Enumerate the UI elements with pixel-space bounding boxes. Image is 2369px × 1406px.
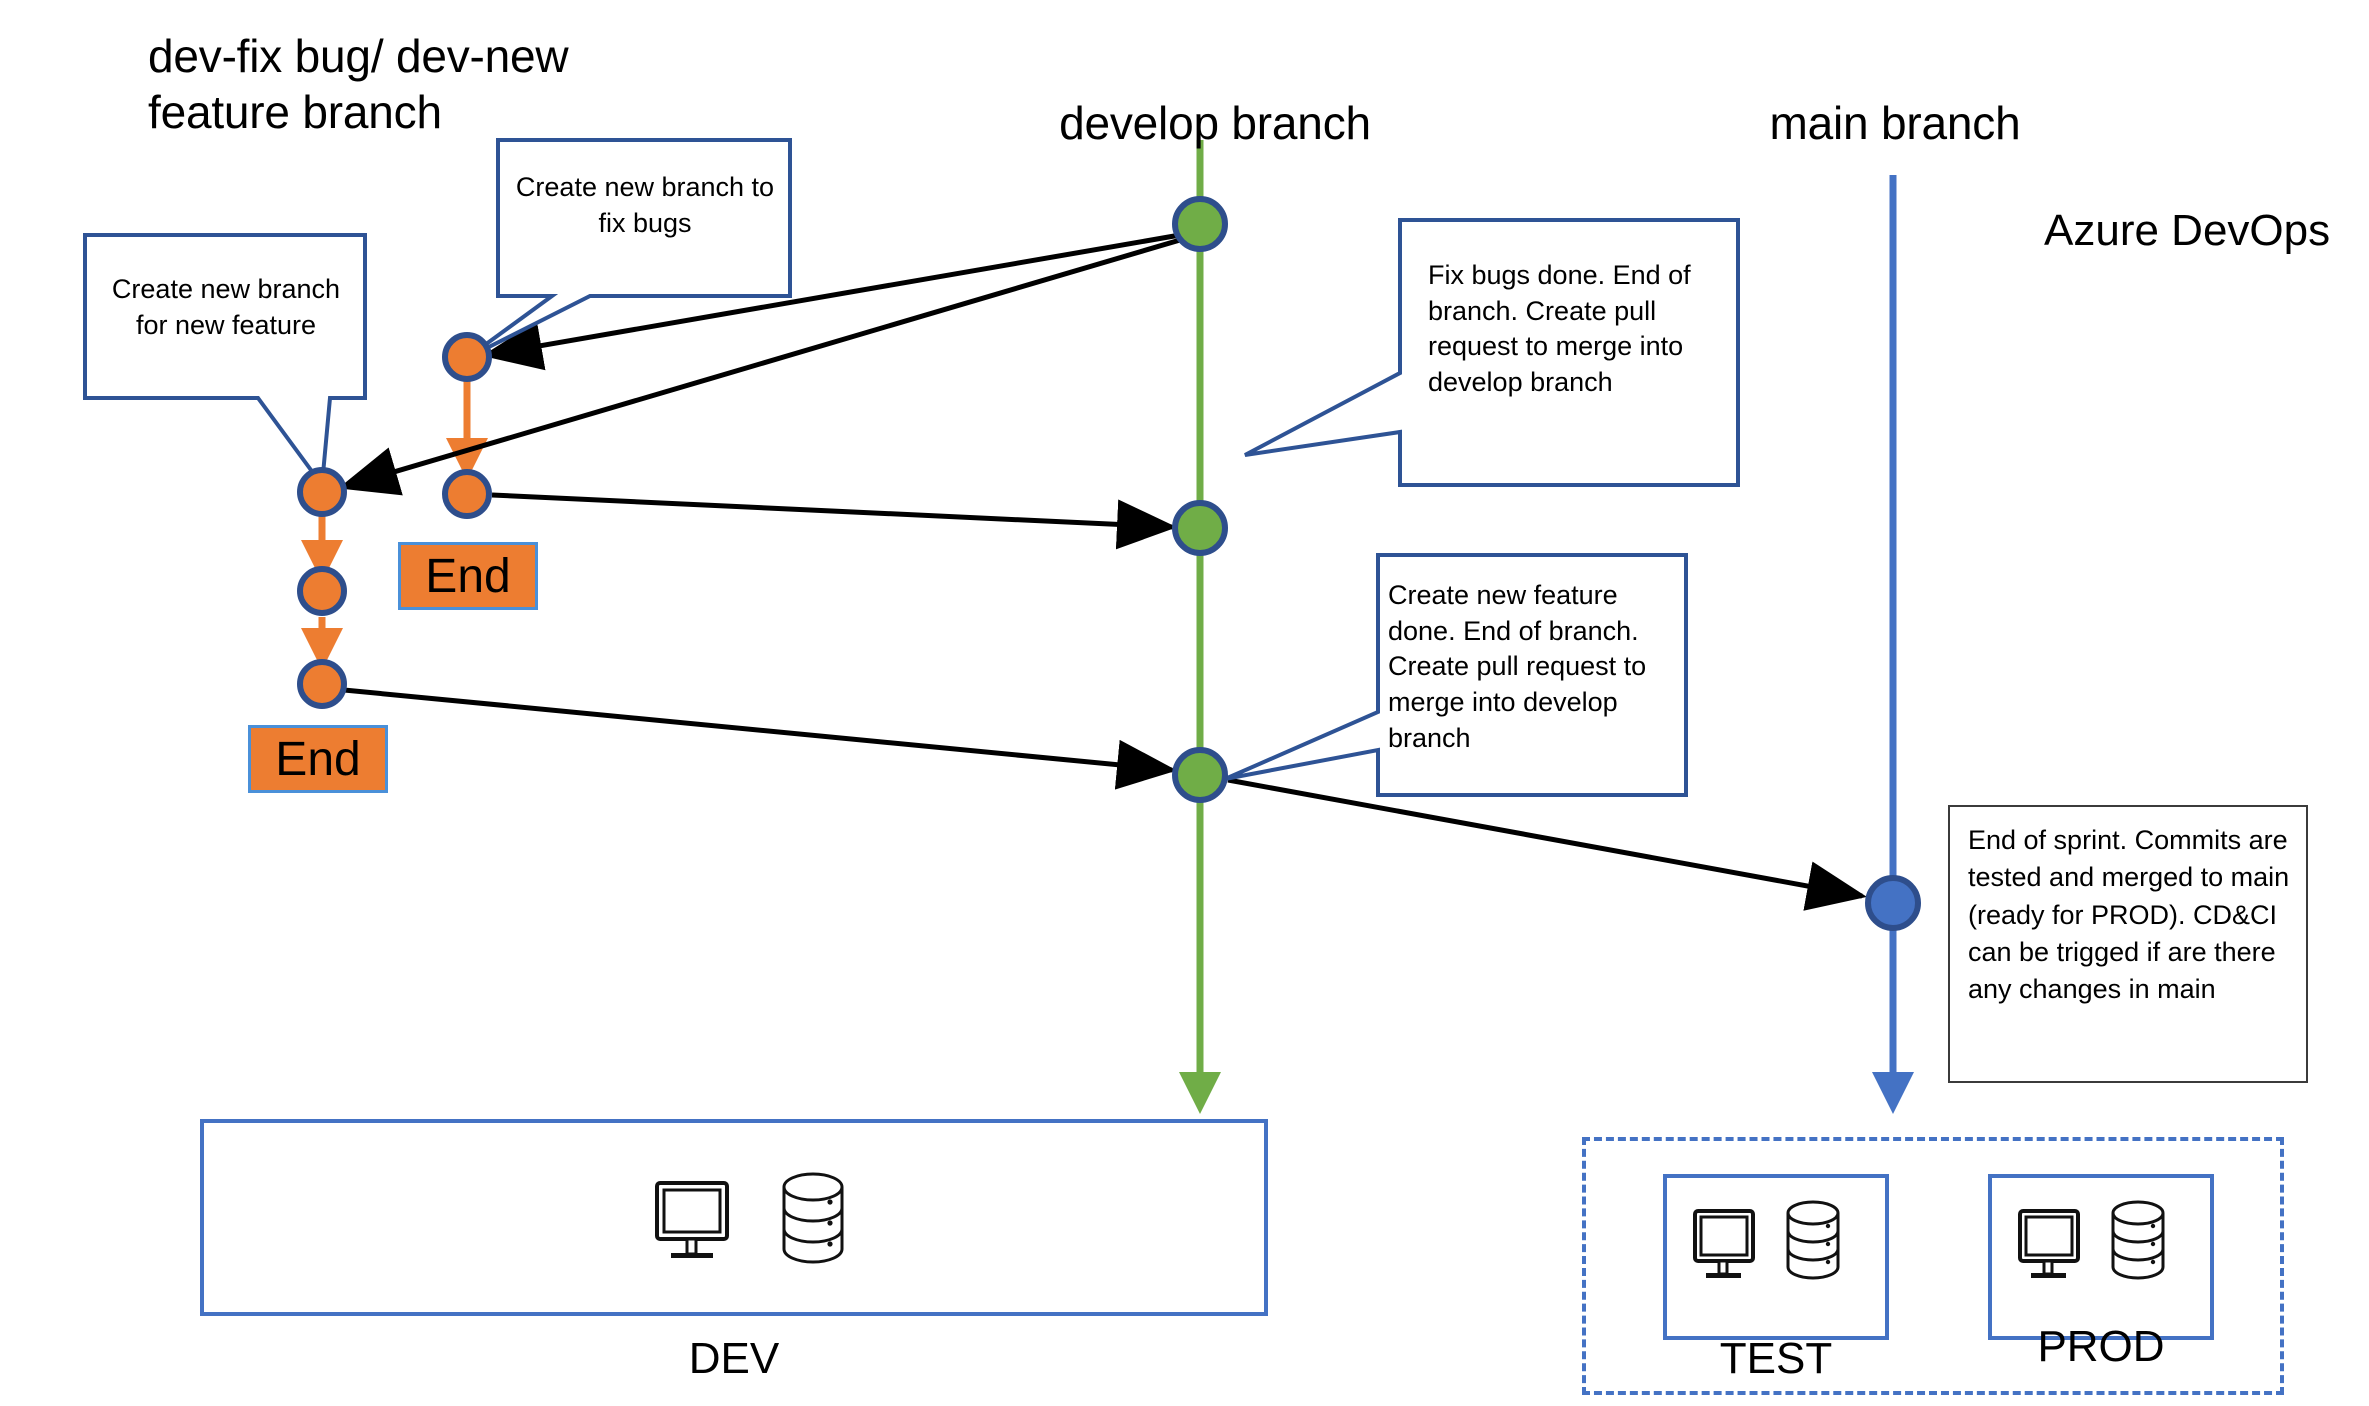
callout-new-feature-text: Create new branch for new feature	[111, 274, 341, 340]
end-marker-feature: End	[248, 725, 388, 793]
prod-environment-label: PROD	[2037, 1322, 2165, 1371]
callout-feature-done-text: Create new feature done. End of branch. …	[1388, 580, 1647, 753]
develop-commit-node-3	[1172, 747, 1228, 803]
test-monitor-icon	[1693, 1209, 1755, 1286]
fixbug-commit-node-1	[442, 332, 492, 382]
azure-devops-label: Azure DevOps	[2044, 206, 2331, 255]
arrow-develop-merge-to-main	[1227, 777, 1867, 911]
feature-branch-label: dev-fix bug/ dev-new feature branch	[148, 30, 569, 139]
dev-environment-label: DEV	[688, 1334, 780, 1383]
develop-branch-label: develop branch	[1059, 97, 1371, 149]
dev-monitor-icon	[655, 1181, 729, 1268]
end-of-sprint-note-text: End of sprint. Commits are tested and me…	[1968, 825, 2290, 1004]
feature-commit-node-3	[297, 659, 347, 709]
diagram-canvas: dev-fix bug/ dev-new feature branch deve…	[0, 0, 2369, 1406]
develop-commit-node-2	[1172, 500, 1228, 556]
dev-environment-box	[200, 1119, 1268, 1316]
end-marker-fixbug: End	[398, 542, 538, 610]
callout-fix-bugs-done-text: Fix bugs done. End of branch. Create pul…	[1428, 260, 1691, 397]
arrow-feature-merge-to-develop	[343, 687, 1177, 790]
dev-database-icon	[780, 1172, 846, 1269]
test-environment-label: TEST	[1719, 1334, 1833, 1383]
prod-monitor-icon	[2018, 1209, 2080, 1286]
fixbug-commit-node-2	[442, 469, 492, 519]
feature-commit-node-2	[297, 566, 347, 616]
develop-commit-node-1	[1172, 196, 1228, 252]
arrow-fixbug-merge-to-develop	[491, 492, 1177, 550]
callout-fix-bugs-text: Create new branch to fix bugs	[515, 172, 775, 238]
main-branch-label: main branch	[1769, 97, 2021, 149]
prod-database-icon	[2110, 1200, 2166, 1285]
test-database-icon	[1785, 1200, 1841, 1285]
feature-commit-node-1	[297, 467, 347, 517]
main-commit-node-1	[1865, 875, 1921, 931]
